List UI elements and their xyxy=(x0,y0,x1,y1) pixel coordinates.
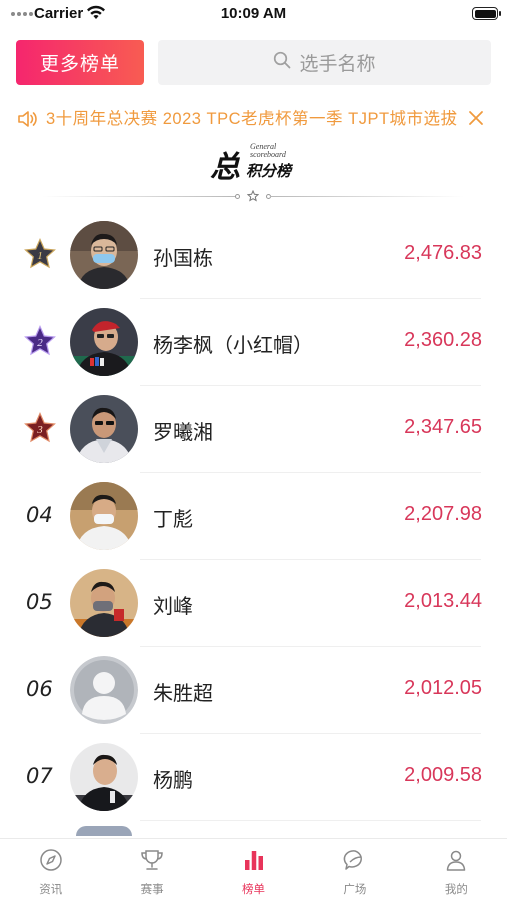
divider-line-right xyxy=(270,196,464,197)
ranking-row[interactable]: 07 杨鹏 2,009.58 xyxy=(0,734,507,821)
player-avatar[interactable] xyxy=(70,221,138,289)
ranking-row[interactable]: 2 杨李枫（小红帽） 2,360.28 xyxy=(0,299,507,386)
logo-main-char: 总 xyxy=(210,150,240,185)
marquee-text[interactable]: 3十周年总决赛 2023 TPC老虎杯第一季 TJPT城市选拔 xyxy=(46,110,458,128)
trophy-icon xyxy=(139,848,165,877)
player-name: 孙国栋 xyxy=(153,248,213,270)
player-avatar[interactable] xyxy=(70,743,138,811)
divider-line-left xyxy=(42,196,236,197)
more-rankings-button[interactable]: 更多榜单 xyxy=(16,40,144,85)
player-score: 2,360.28 xyxy=(404,329,482,351)
player-name: 朱胜超 xyxy=(153,683,213,705)
rank-1-star-badge: 1 xyxy=(24,238,56,275)
logo-en-line2: scoreboard xyxy=(250,150,286,159)
marquee-window: 3十周年总决赛 2023 TPC老虎杯第一季 TJPT城市选拔 xyxy=(46,107,460,131)
rank-number: 06 xyxy=(26,677,53,701)
search-icon xyxy=(273,51,291,75)
logo-english: General scoreboard xyxy=(250,143,286,159)
svg-text:1: 1 xyxy=(37,250,43,262)
ranking-row[interactable]: 04 丁彪 2,207.98 xyxy=(0,473,507,560)
player-avatar[interactable] xyxy=(70,569,138,637)
player-score: 2,013.44 xyxy=(404,590,482,612)
tab-plaza[interactable]: 广场 xyxy=(304,839,405,900)
player-search-input[interactable]: 选手名称 xyxy=(158,40,491,85)
player-name: 罗曦湘 xyxy=(153,422,213,444)
next-row-avatar-partial xyxy=(76,826,132,836)
ranking-row[interactable]: 1 孙国栋 2,476.83 xyxy=(0,212,507,299)
ranking-row[interactable]: 06 朱胜超 2,012.05 xyxy=(0,647,507,734)
svg-text:3: 3 xyxy=(36,424,43,436)
row-divider xyxy=(140,820,481,821)
player-name: 杨李枫（小红帽） xyxy=(153,335,313,357)
tab-label: 赛事 xyxy=(140,884,164,896)
status-bar: Carrier 10:09 AM xyxy=(0,0,507,28)
player-score: 2,207.98 xyxy=(404,503,482,525)
player-avatar[interactable] xyxy=(70,308,138,376)
player-score: 2,347.65 xyxy=(404,416,482,438)
logo-subtitle: 积分榜 xyxy=(246,163,292,180)
svg-text:2: 2 xyxy=(37,337,43,349)
tab-label: 广场 xyxy=(343,884,367,896)
star-icon xyxy=(246,189,260,207)
tab-label: 榜单 xyxy=(242,884,266,896)
search-placeholder: 选手名称 xyxy=(299,54,376,75)
bar-chart-icon xyxy=(242,848,266,877)
player-score: 2,009.58 xyxy=(404,764,482,786)
rank-3-star-badge: 3 xyxy=(24,412,56,449)
compass-icon xyxy=(39,848,63,877)
tab-rankings[interactable]: 榜单 xyxy=(203,839,304,900)
tab-news[interactable]: 资讯 xyxy=(0,839,101,900)
battery-icon xyxy=(472,7,501,20)
close-icon[interactable] xyxy=(468,110,484,131)
notice-marquee[interactable]: 3十周年总决赛 2023 TPC老虎杯第一季 TJPT城市选拔 xyxy=(0,104,507,134)
player-name: 丁彪 xyxy=(153,509,193,531)
rank-2-star-badge: 2 xyxy=(24,325,56,362)
user-icon xyxy=(444,848,468,877)
bottom-tab-bar: 资讯 赛事 榜单 广场 我的 xyxy=(0,838,507,900)
chat-bubble-icon xyxy=(343,848,367,877)
divider-dot-left xyxy=(235,194,240,199)
scoreboard-title-logo: 总 General scoreboard 积分榜 xyxy=(0,140,507,210)
player-avatar[interactable] xyxy=(70,482,138,550)
player-score: 2,476.83 xyxy=(404,242,482,264)
ranking-row[interactable]: 05 刘峰 2,013.44 xyxy=(0,560,507,647)
default-avatar[interactable] xyxy=(70,656,138,724)
player-score: 2,012.05 xyxy=(404,677,482,699)
tab-events[interactable]: 赛事 xyxy=(101,839,202,900)
rank-number: 07 xyxy=(26,764,53,788)
player-name: 刘峰 xyxy=(153,596,193,618)
tab-label: 我的 xyxy=(444,884,468,896)
player-avatar[interactable] xyxy=(70,395,138,463)
tab-label: 资讯 xyxy=(39,884,63,896)
rank-number: 05 xyxy=(26,590,53,614)
speaker-icon xyxy=(17,109,39,134)
ranking-row[interactable]: 3 罗曦湘 2,347.65 xyxy=(0,386,507,473)
status-time: 10:09 AM xyxy=(220,5,287,22)
player-name: 杨鹏 xyxy=(153,770,193,792)
rank-number: 04 xyxy=(26,503,53,527)
tab-profile[interactable]: 我的 xyxy=(406,839,507,900)
